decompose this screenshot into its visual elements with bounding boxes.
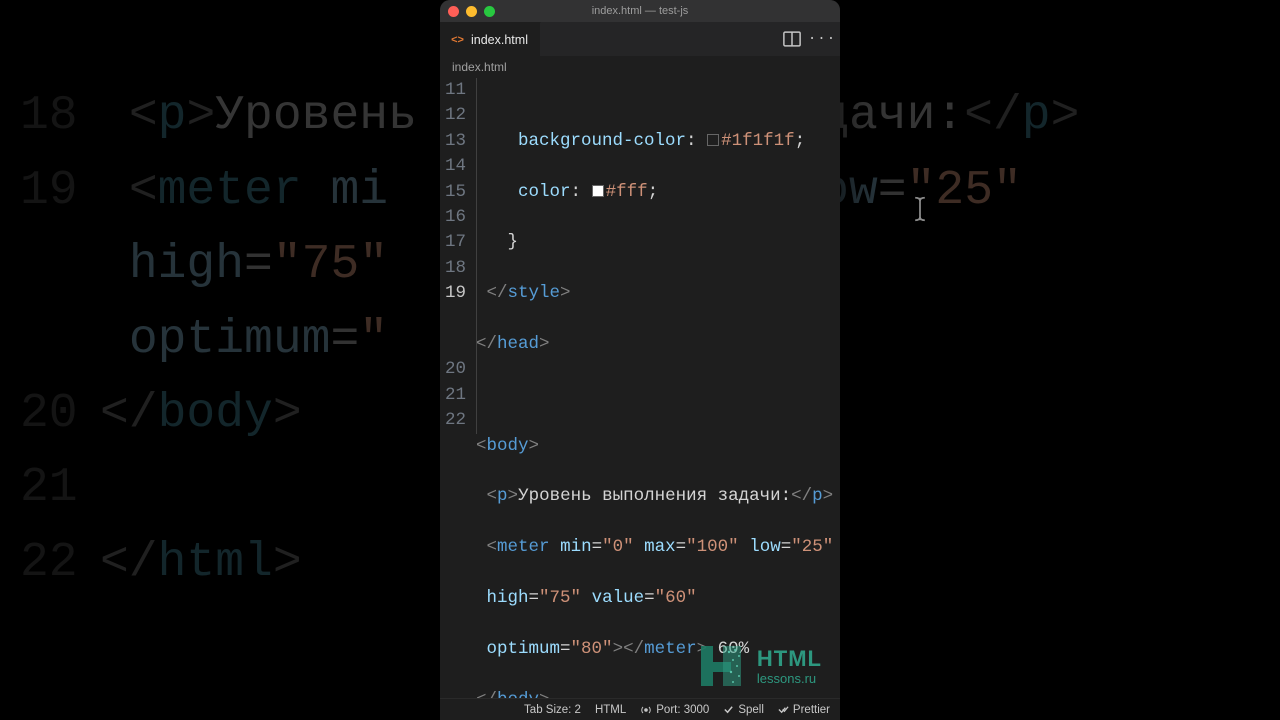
tab-index-html[interactable]: <> index.html — [440, 22, 541, 56]
text-cursor-icon — [756, 314, 766, 330]
status-tabsize[interactable]: Tab Size: 2 — [524, 704, 581, 716]
logo-icon — [695, 640, 747, 692]
more-actions-icon[interactable]: ··· — [812, 29, 832, 49]
brand-logo: HTML lessons.ru — [695, 640, 822, 692]
vscode-window: index.html — test-js <> index.html ··· i… — [440, 0, 840, 720]
statusbar: Tab Size: 2 HTML Port: 3000 Spell Pretti… — [440, 698, 840, 720]
line-number-gutter: 11 12 13 14 15 16 17 18 19 20 21 22 — [440, 78, 476, 698]
window-titlebar: index.html — test-js — [440, 0, 840, 22]
broadcast-icon — [640, 704, 652, 716]
double-check-icon — [778, 704, 789, 715]
html-file-icon: <> — [450, 32, 465, 47]
status-spell[interactable]: Spell — [723, 704, 764, 716]
tab-label: index.html — [471, 33, 528, 47]
code-content[interactable]: background-color: #1f1f1f; color: #fff; … — [476, 78, 840, 698]
text-cursor-icon — [912, 195, 928, 223]
editor-tabbar: <> index.html ··· — [440, 22, 840, 56]
status-port[interactable]: Port: 3000 — [640, 704, 709, 716]
split-editor-icon[interactable] — [782, 29, 802, 49]
status-language[interactable]: HTML — [595, 704, 626, 716]
status-prettier[interactable]: Prettier — [778, 704, 830, 716]
breadcrumb[interactable]: index.html — [440, 56, 840, 78]
check-icon — [723, 704, 734, 715]
window-title: index.html — test-js — [440, 5, 840, 17]
code-editor[interactable]: 11 12 13 14 15 16 17 18 19 20 21 22 back… — [440, 78, 840, 698]
